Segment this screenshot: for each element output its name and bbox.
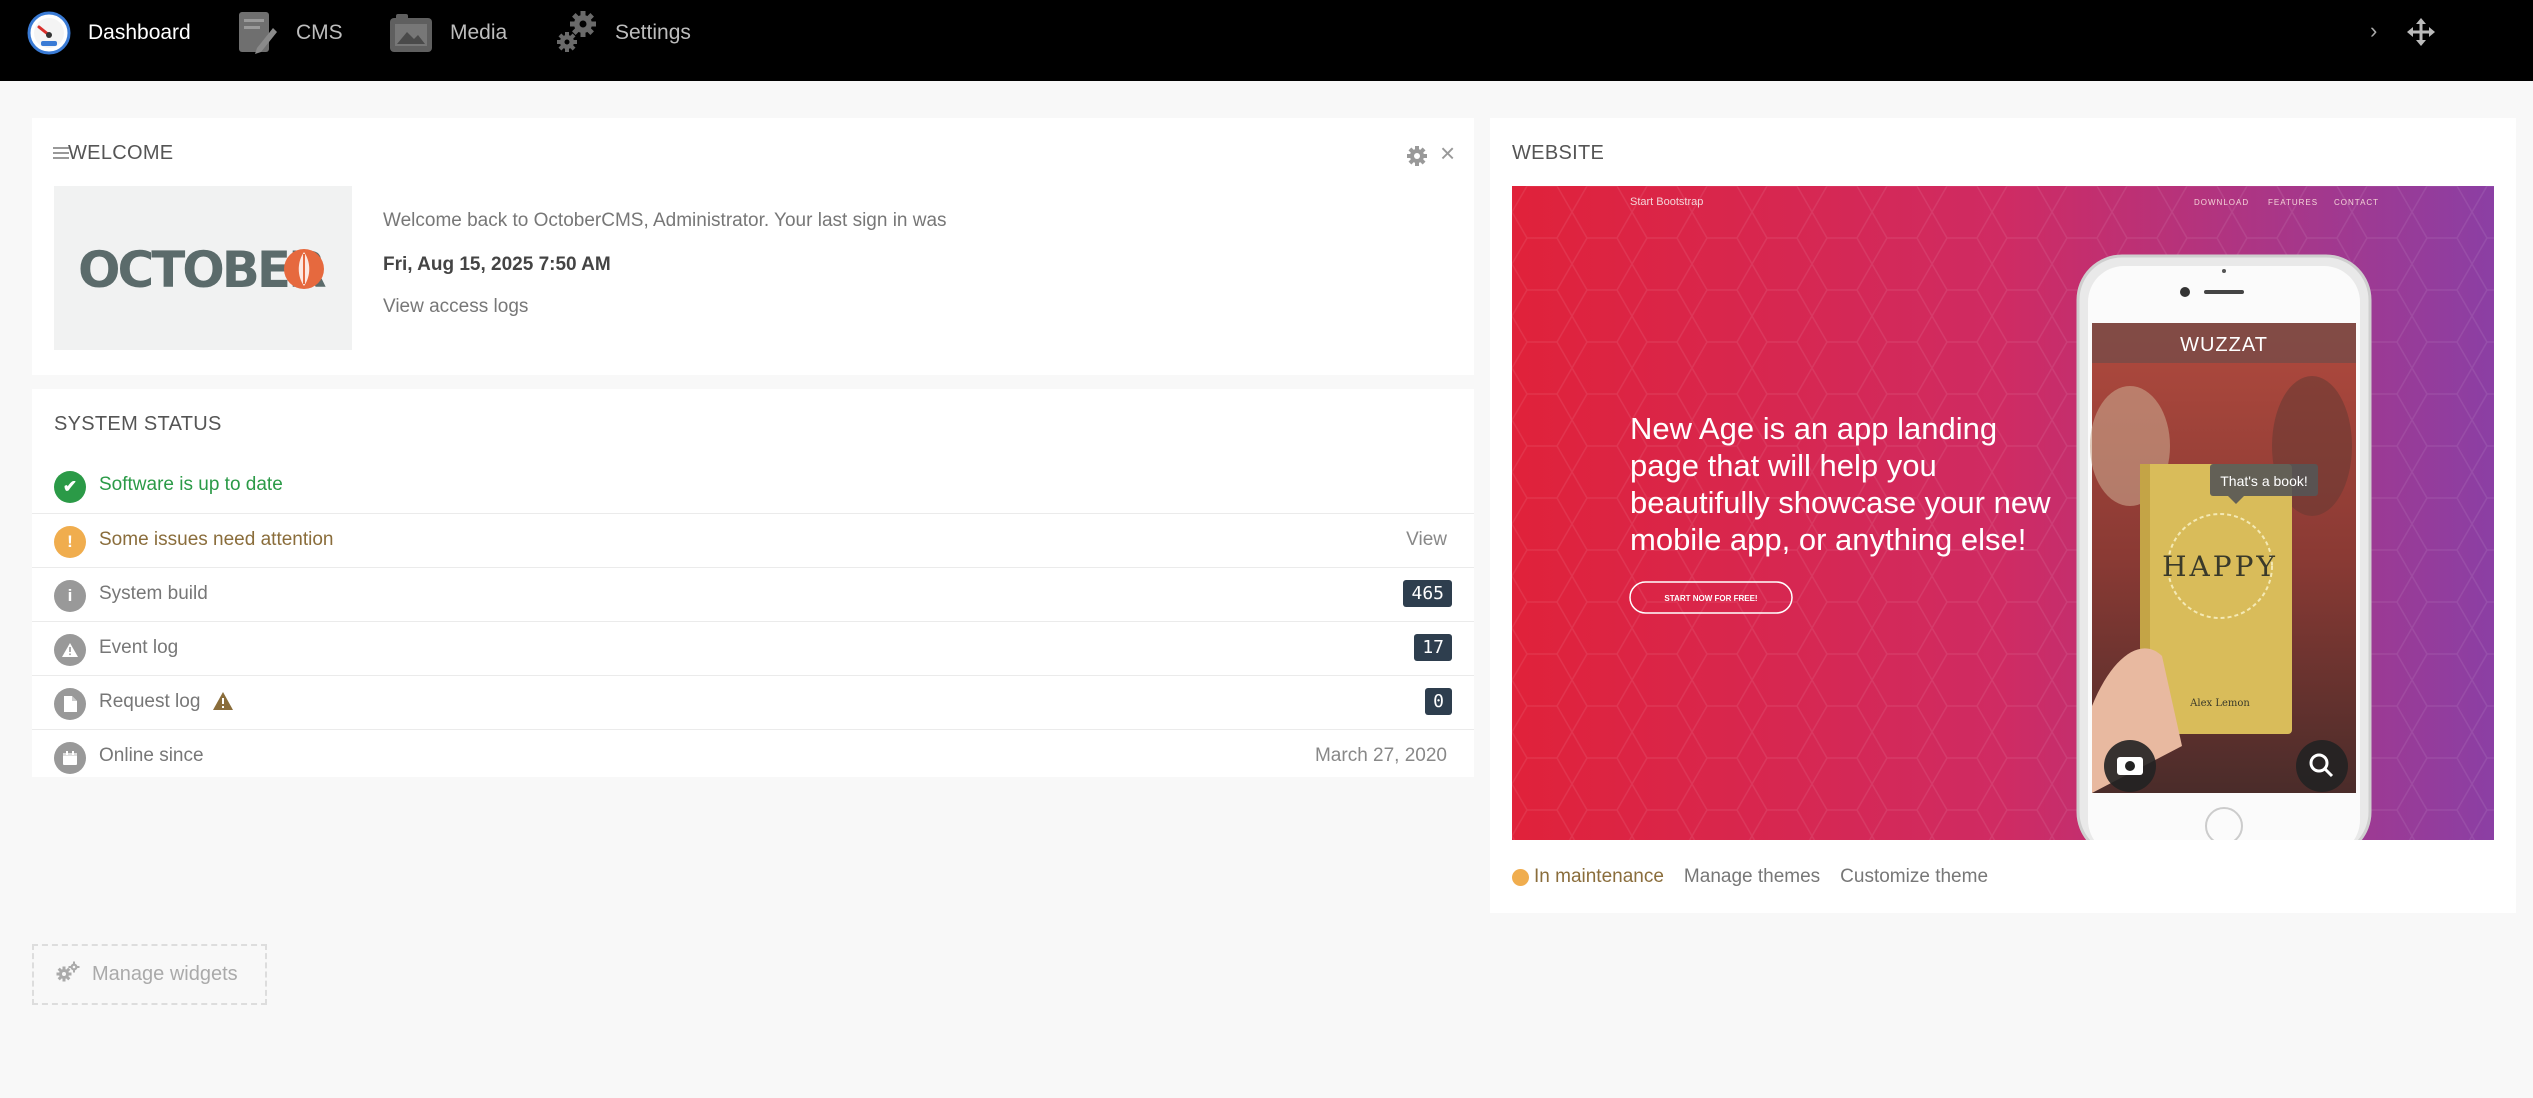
view-access-logs-link[interactable]: View access logs — [383, 296, 528, 318]
status-row-online-since: Online since March 27, 2020 — [32, 729, 1474, 783]
preview-headline-line: New Age is an app landing — [1630, 411, 1997, 446]
document-icon — [54, 688, 86, 720]
maintenance-dot-icon — [1512, 868, 1529, 886]
status-label: Request log — [99, 691, 201, 712]
nav-settings[interactable]: Settings — [553, 0, 691, 66]
nav-cms[interactable]: CMS — [234, 0, 343, 66]
manage-widgets-label: Manage widgets — [92, 963, 238, 985]
preview-nav-features: FEATURES — [2268, 198, 2318, 207]
last-signin-date: Fri, Aug 15, 2025 7:50 AM — [383, 254, 611, 275]
alert-triangle-icon — [54, 634, 86, 666]
manage-widgets-button[interactable]: Manage widgets — [32, 944, 267, 1005]
cms-pages-icon — [234, 10, 280, 56]
nav-dashboard-label: Dashboard — [88, 21, 191, 44]
status-label: System build — [99, 583, 208, 604]
build-badge: 465 — [1403, 580, 1452, 607]
customize-theme-link[interactable]: Customize theme — [1840, 866, 1988, 888]
check-circle-icon: ✔ — [54, 471, 86, 503]
nav-cms-label: CMS — [296, 21, 343, 44]
october-logo: OCTOBER — [54, 186, 352, 350]
warning-triangle-icon — [212, 691, 234, 716]
welcome-message: Welcome back to OctoberCMS, Administrato… — [383, 210, 947, 231]
preview-nav-contact: CONTACT — [2334, 198, 2379, 207]
online-since-date: March 27, 2020 — [1314, 745, 1447, 766]
nav-media[interactable]: Media — [388, 0, 507, 66]
cogs-icon — [56, 961, 80, 989]
info-circle-icon: i — [54, 580, 86, 612]
settings-gears-icon — [553, 10, 599, 56]
widget-close-icon[interactable]: × — [1440, 138, 1455, 169]
dashboard-gauge-icon — [26, 10, 72, 56]
status-row-software[interactable]: ✔ Software is up to date — [32, 459, 1474, 513]
welcome-widget: WELCOME × OCTOBER Welcome back to Octobe… — [32, 118, 1474, 375]
preview-nav-download: DOWNLOAD — [2194, 198, 2249, 207]
warning-circle-icon: ! — [54, 526, 86, 558]
preview-book-title: HAPPY — [2162, 550, 2278, 583]
view-issues-link[interactable]: View — [1406, 529, 1447, 551]
status-row-build[interactable]: i System build 465 — [32, 567, 1474, 621]
nav-dashboard[interactable]: Dashboard — [26, 0, 191, 66]
website-title: WEBSITE — [1512, 142, 1605, 164]
maintenance-status: In maintenance — [1534, 866, 1664, 887]
preview-headline-line: page that will help you — [1630, 448, 1937, 483]
system-status-widget: SYSTEM STATUS ✔ Software is up to date !… — [32, 389, 1474, 777]
theme-preview-image[interactable]: Start Bootstrap DOWNLOAD FEATURES CONTAC… — [1512, 186, 2494, 840]
welcome-title: WELCOME — [68, 142, 174, 164]
website-widget: WEBSITE Start Bootstrap DOWNLOAD FEATURE… — [1490, 118, 2516, 913]
top-navigation-bar: Dashboard CMS Media Settings › — [0, 0, 2533, 81]
media-icon — [388, 10, 434, 56]
move-arrows-icon[interactable] — [2406, 17, 2436, 52]
chevron-right-icon[interactable]: › — [2370, 18, 2377, 44]
preview-app-name: WUZZAT — [2180, 334, 2268, 356]
system-status-title: SYSTEM STATUS — [54, 413, 222, 435]
drag-handle-icon[interactable] — [53, 144, 69, 162]
nav-settings-label: Settings — [615, 21, 691, 44]
preview-headline-line: mobile app, or anything else! — [1630, 522, 2026, 557]
nav-media-label: Media — [450, 21, 508, 44]
preview-book-author: Alex Lemon — [2189, 698, 2250, 709]
preview-tooltip: That's a book! — [2220, 473, 2308, 489]
status-label: Event log — [99, 637, 179, 658]
calendar-icon — [54, 742, 86, 774]
event-log-badge: 17 — [1414, 634, 1452, 661]
widget-settings-gear-icon[interactable] — [1405, 144, 1429, 173]
preview-headline-line: beautifully showcase your new — [1630, 485, 2051, 520]
status-row-issues[interactable]: ! Some issues need attention View — [32, 513, 1474, 567]
preview-cta-label: START NOW FOR FREE! — [1664, 594, 1757, 603]
status-row-event-log[interactable]: Event log 17 — [32, 621, 1474, 675]
status-row-request-log[interactable]: Request log 0 — [32, 675, 1474, 729]
status-label: Online since — [99, 745, 204, 766]
website-footer: In maintenance Manage themes Customize t… — [1512, 866, 1988, 888]
preview-brand: Start Bootstrap — [1630, 196, 1703, 208]
status-label: Some issues need attention — [99, 529, 334, 550]
request-log-badge: 0 — [1425, 688, 1452, 715]
status-label: Software is up to date — [99, 474, 283, 495]
manage-themes-link[interactable]: Manage themes — [1684, 866, 1820, 888]
